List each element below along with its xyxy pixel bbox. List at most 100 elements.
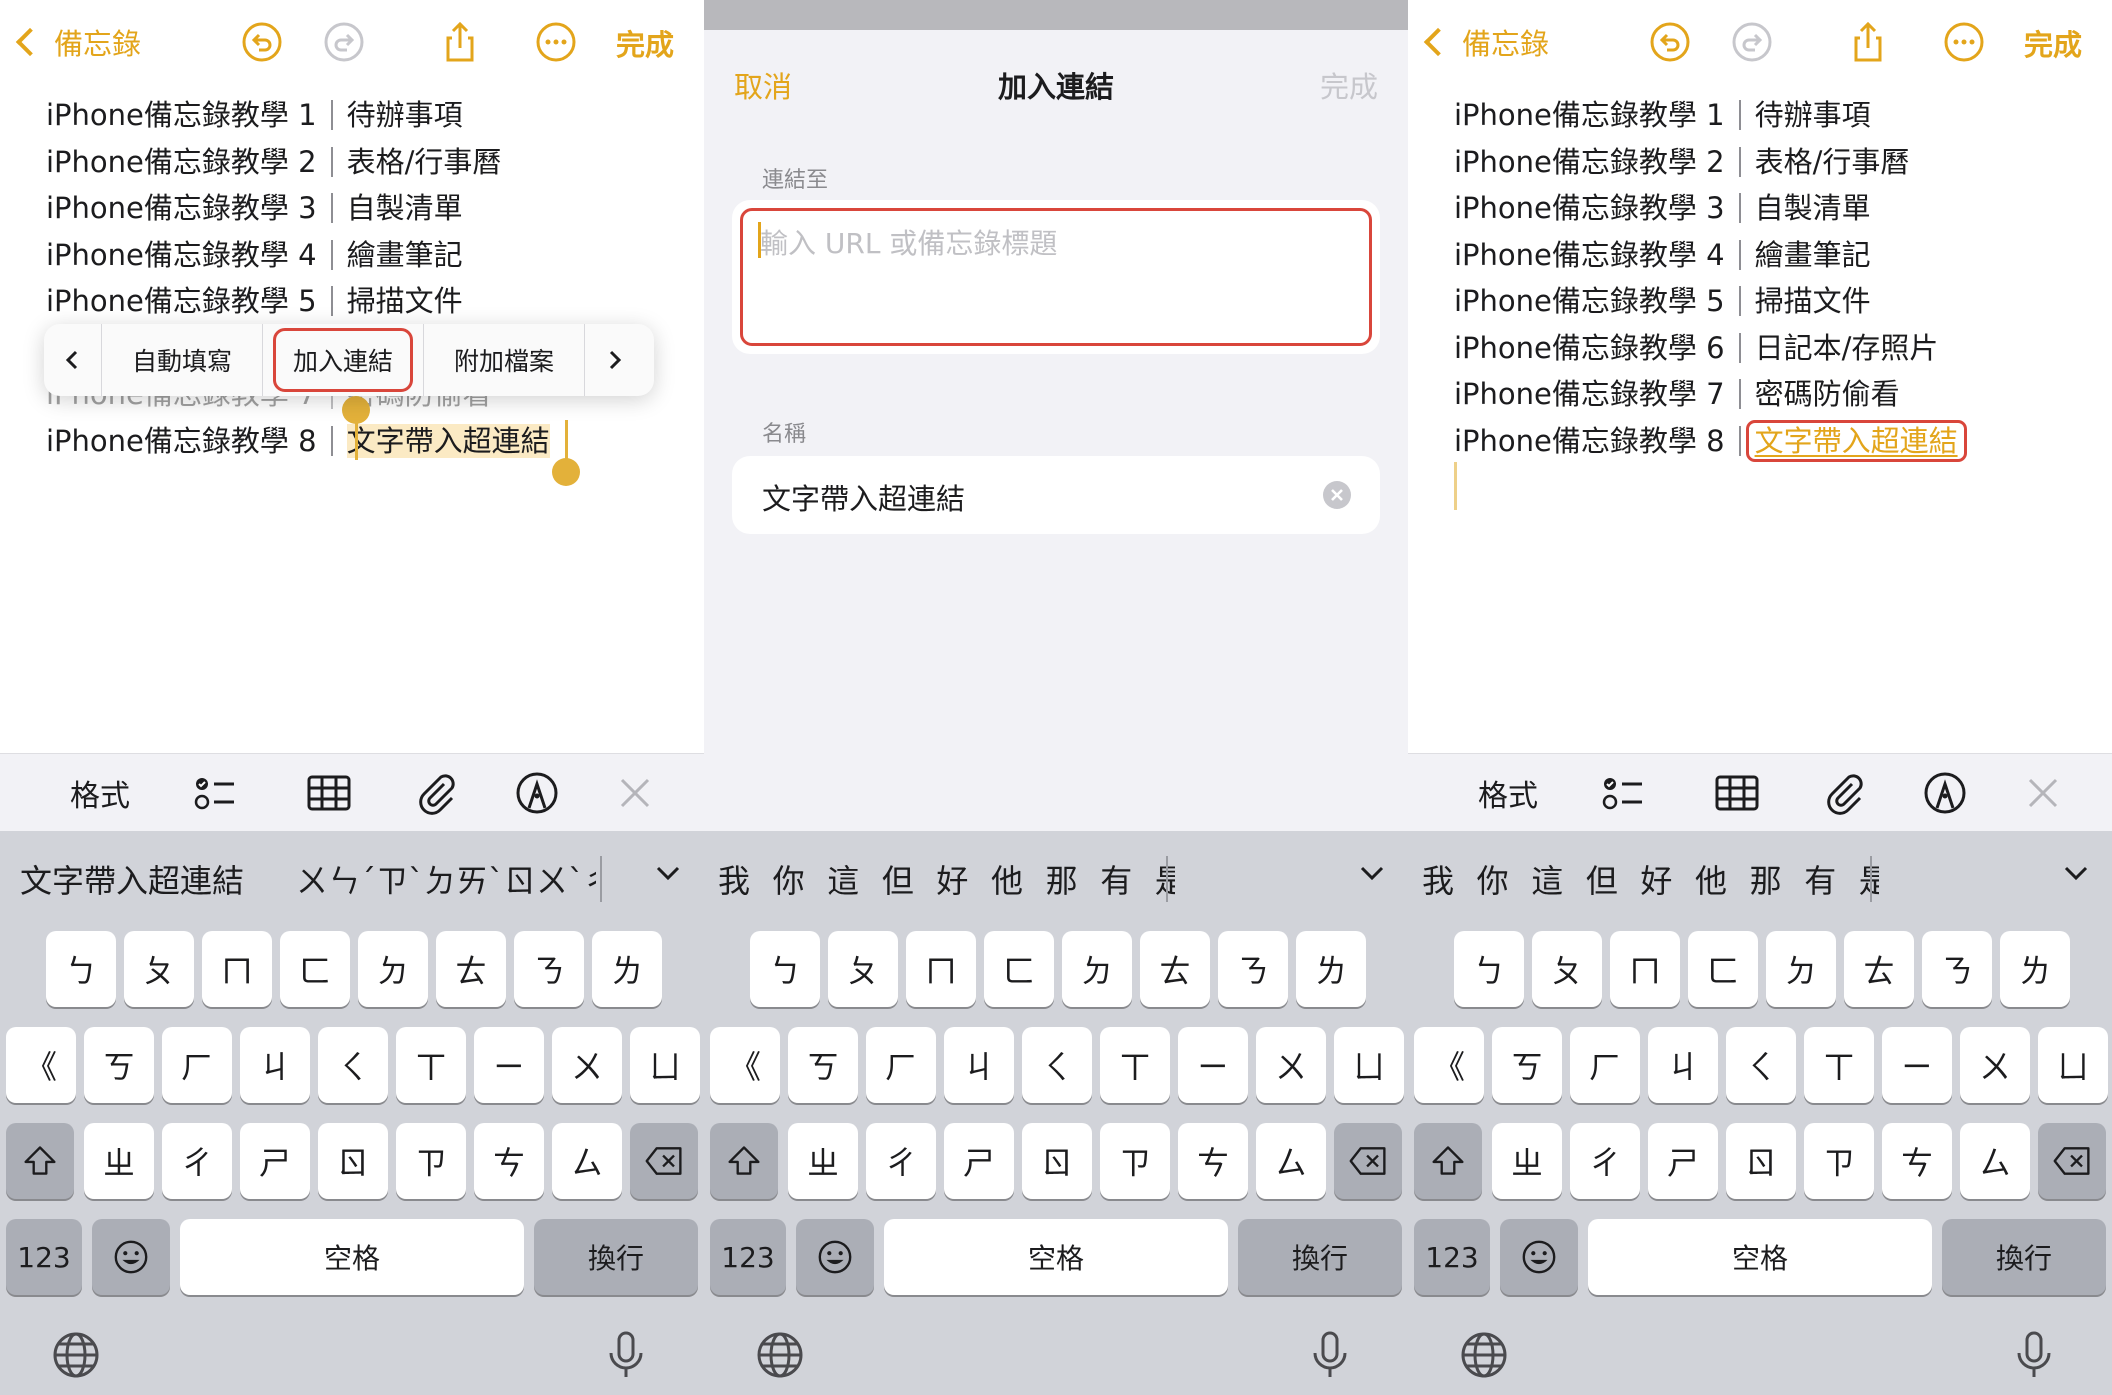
zhuyin-key[interactable]: ㄊ bbox=[436, 931, 506, 1007]
candidate-word[interactable]: 是 bbox=[1155, 856, 1175, 902]
candidate-word[interactable]: 有 bbox=[1804, 856, 1836, 902]
zhuyin-key[interactable]: ㄓ bbox=[1492, 1123, 1562, 1199]
globe-icon[interactable] bbox=[50, 1329, 102, 1381]
close-toolbar-button[interactable] bbox=[2020, 768, 2066, 818]
zhuyin-key[interactable]: ㄓ bbox=[788, 1123, 858, 1199]
delete-key[interactable] bbox=[2038, 1123, 2106, 1199]
zhuyin-key[interactable]: ㄔ bbox=[866, 1123, 936, 1199]
zhuyin-key[interactable]: ㄕ bbox=[944, 1123, 1014, 1199]
emoji-key[interactable] bbox=[796, 1219, 874, 1295]
zhuyin-key[interactable]: ㄆ bbox=[124, 931, 194, 1007]
done-button[interactable]: 完成 bbox=[616, 22, 674, 64]
zhuyin-key[interactable]: ㄧ bbox=[474, 1027, 544, 1103]
zhuyin-key[interactable]: ㄅ bbox=[750, 931, 820, 1007]
shift-key[interactable] bbox=[1414, 1123, 1482, 1199]
return-key[interactable]: 換行 bbox=[1238, 1219, 1402, 1295]
zhuyin-key[interactable]: ㄒ bbox=[396, 1027, 466, 1103]
more-button[interactable] bbox=[1940, 18, 1988, 66]
zhuyin-key[interactable]: ㄋ bbox=[1218, 931, 1288, 1007]
zhuyin-key[interactable]: ㄔ bbox=[1570, 1123, 1640, 1199]
zhuyin-key[interactable]: ㄇ bbox=[906, 931, 976, 1007]
globe-icon[interactable] bbox=[1458, 1329, 1510, 1381]
attachment-button[interactable] bbox=[1820, 768, 1866, 818]
url-input[interactable]: 輸入 URL 或備忘錄標題 bbox=[760, 222, 1057, 262]
candidate-word[interactable]: 好 bbox=[1640, 856, 1672, 902]
menu-prev-button[interactable] bbox=[44, 324, 102, 396]
zhuyin-key[interactable]: ㄐ bbox=[1648, 1027, 1718, 1103]
markup-button[interactable] bbox=[1922, 768, 1968, 818]
zhuyin-key[interactable]: ㄅ bbox=[1454, 931, 1524, 1007]
return-key[interactable]: 換行 bbox=[1942, 1219, 2106, 1295]
zhuyin-key[interactable]: ㄆ bbox=[828, 931, 898, 1007]
markup-button[interactable] bbox=[514, 768, 560, 818]
numbers-key[interactable]: 123 bbox=[6, 1219, 82, 1295]
zhuyin-key[interactable]: ㄙ bbox=[1256, 1123, 1326, 1199]
zhuyin-key[interactable]: ㄗ bbox=[396, 1123, 466, 1199]
undo-button[interactable] bbox=[1646, 18, 1694, 66]
shift-key[interactable] bbox=[710, 1123, 778, 1199]
zhuyin-key[interactable]: ㄎ bbox=[84, 1027, 154, 1103]
zhuyin-key[interactable]: ㄨ bbox=[1960, 1027, 2030, 1103]
return-key[interactable]: 換行 bbox=[534, 1219, 698, 1295]
zhuyin-key[interactable]: 《 bbox=[1414, 1027, 1484, 1103]
zhuyin-key[interactable]: ㄇ bbox=[202, 931, 272, 1007]
note-body[interactable]: iPhone備忘錄教學 1 待辦事項 iPhone備忘錄教學 2 表格/行事曆 iP… bbox=[46, 92, 550, 464]
share-button[interactable] bbox=[1844, 18, 1892, 66]
more-button[interactable] bbox=[532, 18, 580, 66]
clear-icon[interactable] bbox=[1322, 480, 1352, 510]
name-input[interactable]: 文字帶入超連結 bbox=[762, 476, 965, 518]
candidate-word[interactable]: 這 bbox=[1531, 856, 1563, 902]
zhuyin-key[interactable]: ㄨ bbox=[552, 1027, 622, 1103]
hyperlink[interactable]: 文字帶入超連結 bbox=[1755, 424, 1958, 458]
menu-item-attach-file[interactable]: 附加檔案 bbox=[424, 324, 586, 396]
zhuyin-key[interactable]: ㄊ bbox=[1140, 931, 1210, 1007]
zhuyin-key[interactable]: ㄉ bbox=[1062, 931, 1132, 1007]
close-toolbar-button[interactable] bbox=[612, 768, 658, 818]
chevron-down-icon[interactable] bbox=[1358, 859, 1386, 887]
candidate-word[interactable]: 有 bbox=[1100, 856, 1132, 902]
numbers-key[interactable]: 123 bbox=[1414, 1219, 1490, 1295]
zhuyin-key[interactable]: 《 bbox=[710, 1027, 780, 1103]
redo-button[interactable] bbox=[1728, 18, 1776, 66]
menu-next-button[interactable] bbox=[585, 324, 643, 396]
zhuyin-key[interactable]: ㄉ bbox=[1766, 931, 1836, 1007]
zhuyin-key[interactable]: 《 bbox=[6, 1027, 76, 1103]
selected-text[interactable]: 文字帶入超連結 bbox=[346, 423, 550, 458]
zhuyin-key[interactable]: ㄊ bbox=[1844, 931, 1914, 1007]
zhuyin-key[interactable]: ㄆ bbox=[1532, 931, 1602, 1007]
chevron-down-icon[interactable] bbox=[2062, 859, 2090, 887]
format-button[interactable]: 格式 bbox=[1478, 768, 1538, 818]
redo-button[interactable] bbox=[320, 18, 368, 66]
microphone-icon[interactable] bbox=[2008, 1329, 2060, 1381]
zhuyin-key[interactable]: ㄔ bbox=[162, 1123, 232, 1199]
back-button[interactable]: 備忘錄 bbox=[1422, 20, 1549, 64]
zhuyin-key[interactable]: ㄎ bbox=[788, 1027, 858, 1103]
zhuyin-key[interactable]: ㄈ bbox=[1688, 931, 1758, 1007]
candidate-word[interactable]: 那 bbox=[1046, 856, 1078, 902]
zhuyin-key[interactable]: ㄌ bbox=[1296, 931, 1366, 1007]
candidate-word[interactable]: 文字帶入超連結 bbox=[20, 856, 244, 902]
candidate-word[interactable]: 但 bbox=[1586, 856, 1618, 902]
candidate-word[interactable]: 你 bbox=[773, 856, 805, 902]
format-button[interactable]: 格式 bbox=[70, 768, 130, 818]
zhuyin-key[interactable]: ㄖ bbox=[1726, 1123, 1796, 1199]
zhuyin-key[interactable]: ㄕ bbox=[1648, 1123, 1718, 1199]
space-key[interactable]: 空格 bbox=[180, 1219, 524, 1295]
zhuyin-key[interactable]: ㄙ bbox=[1960, 1123, 2030, 1199]
candidate-word[interactable]: 我 bbox=[1422, 856, 1454, 902]
zhuyin-key[interactable]: ㄨ bbox=[1256, 1027, 1326, 1103]
zhuyin-key[interactable]: ㄐ bbox=[240, 1027, 310, 1103]
zhuyin-key[interactable]: ㄖ bbox=[318, 1123, 388, 1199]
zhuyin-key[interactable]: ㄩ bbox=[1334, 1027, 1404, 1103]
delete-key[interactable] bbox=[630, 1123, 698, 1199]
zhuyin-key[interactable]: ㄈ bbox=[280, 931, 350, 1007]
zhuyin-key[interactable]: ㄧ bbox=[1178, 1027, 1248, 1103]
candidate-reading[interactable]: ㄨㄣˊㄗˋㄉㄞˋㄖㄨˋㄔ bbox=[296, 856, 596, 902]
checklist-button[interactable] bbox=[1600, 768, 1646, 818]
selection-start-handle[interactable] bbox=[342, 396, 370, 424]
zhuyin-key[interactable]: ㄙ bbox=[552, 1123, 622, 1199]
zhuyin-key[interactable]: ㄎ bbox=[1492, 1027, 1562, 1103]
zhuyin-key[interactable]: ㄩ bbox=[2038, 1027, 2108, 1103]
table-button[interactable] bbox=[306, 768, 352, 818]
note-body[interactable]: iPhone備忘錄教學 1 待辦事項 iPhone備忘錄教學 2 表格/行事曆 iP… bbox=[1454, 92, 1967, 464]
